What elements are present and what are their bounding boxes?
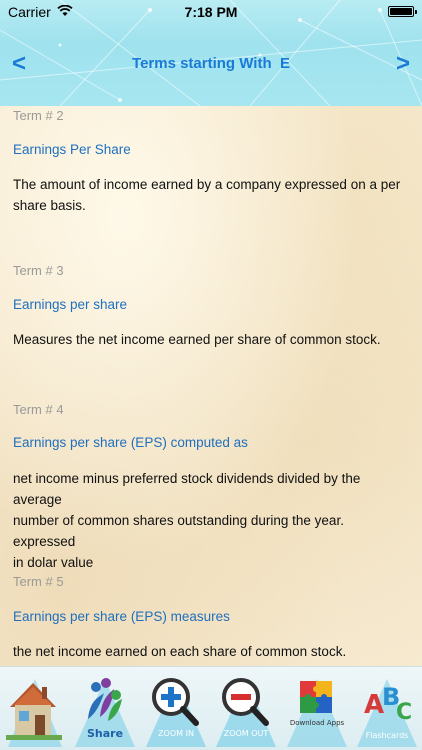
term-number: Term # 2 [13,108,64,123]
term-title: Earnings per share [13,297,128,312]
definition-line: in dolar value [13,555,94,570]
term-definition: net income minus preferred stock dividen… [13,468,409,573]
definition-line: Measures the net income earned per share… [13,332,381,347]
status-bar: Carrier 7:18 PM [0,0,422,22]
previous-button[interactable]: < [12,49,34,79]
term-title: Earnings per share (EPS) measures [13,609,230,624]
home-button[interactable] [0,669,70,749]
definition-line: The amount of income earned by a company… [13,177,401,192]
svg-text:C: C [396,700,412,725]
definition-line: net income minus preferred stock dividen… [13,471,361,507]
download-apps-caption: Download Apps [289,719,345,727]
next-button[interactable]: > [388,49,410,79]
definition-line: number of common shares outstanding duri… [13,513,344,549]
flashcards-button[interactable]: A B C Flashcards [352,669,422,749]
term-number: Term # 5 [13,574,64,589]
house-icon [6,679,62,747]
page-title: Terms starting With E [132,55,290,72]
bottom-toolbar: Share ZOOM IN ZOOM OUT Download Apps A B… [0,666,422,750]
zoom-out-caption: ZOOM OUT [223,729,269,738]
flashcards-caption: Flashcards [365,731,409,740]
share-button[interactable]: Share [70,669,140,749]
zoom-in-caption: ZOOM IN [158,729,194,738]
term-number: Term # 3 [13,263,64,278]
term-definition: Measures the net income earned per share… [13,329,409,350]
term-definition: The amount of income earned by a company… [13,174,409,216]
definition-line: share basis. [13,198,86,213]
term-title: Earnings per share (EPS) computed as [13,435,248,450]
zoom-in-button[interactable]: ZOOM IN [141,669,211,749]
navigation-bar: < Terms starting With E > [0,40,422,88]
battery-icon [388,6,417,17]
terms-list[interactable]: Term # 2 Earnings Per Share The amount o… [0,106,422,666]
definition-line: the net income earned on each share of c… [13,644,347,659]
puzzle-icon [287,679,347,747]
term-title: Earnings Per Share [13,142,131,157]
header: Carrier 7:18 PM < Terms starting With E … [0,0,422,106]
term-definition: the net income earned on each share of c… [13,641,409,662]
download-apps-button[interactable]: Download Apps [282,669,352,749]
zoom-out-button[interactable]: ZOOM OUT [211,669,281,749]
clock: 7:18 PM [184,4,238,20]
share-caption: Share [86,727,124,740]
term-number: Term # 4 [13,402,64,417]
